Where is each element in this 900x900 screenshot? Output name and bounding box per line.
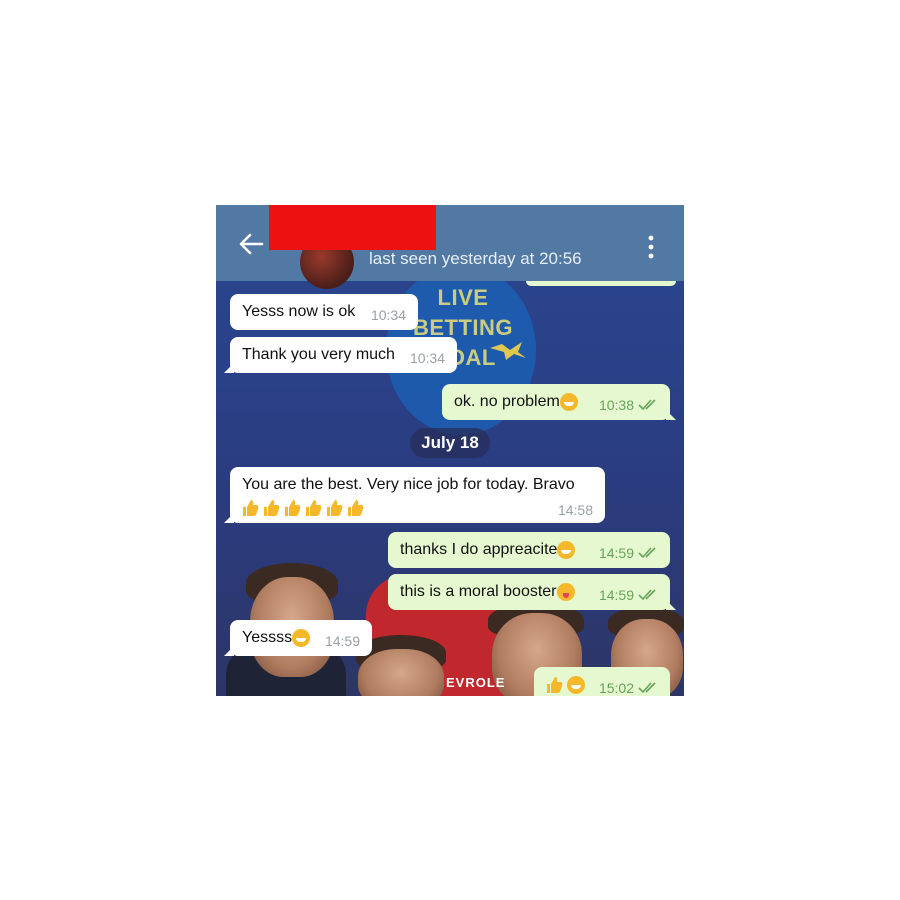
- double-check-icon: [638, 682, 656, 694]
- message-time: 14:59: [324, 633, 360, 649]
- outgoing-message[interactable]: this is a moral booster 14:59: [388, 574, 676, 610]
- message-content: [546, 676, 588, 694]
- more-options-icon[interactable]: [647, 235, 655, 259]
- incoming-message[interactable]: Thank you very much 10:34: [224, 337, 457, 373]
- previous-message-edge: [526, 281, 676, 286]
- message-content: Yessss: [242, 629, 313, 647]
- message-time: 10:34: [370, 307, 406, 323]
- message-time: 15:02: [598, 680, 634, 696]
- wallpaper-sponsor-text: EVROLE: [446, 675, 506, 690]
- message-time: 10:34: [409, 350, 445, 366]
- thumbs-up-icon: [348, 500, 364, 516]
- grinning-face-icon: [292, 629, 311, 647]
- message-text: ok. no problem: [454, 393, 560, 411]
- message-time: 14:58: [557, 502, 593, 518]
- thumbs-up-emoji-row: [242, 499, 368, 519]
- incoming-message[interactable]: Yesss now is ok 10:34: [230, 294, 418, 330]
- chat-header: last seen yesterday at 20:56: [216, 205, 684, 289]
- message-content: thanks I do appreacite: [400, 541, 578, 559]
- message-time: 14:59: [598, 545, 634, 561]
- message-time: 14:59: [598, 587, 634, 603]
- thumbs-up-icon: [547, 677, 563, 693]
- player-figure: [358, 649, 444, 696]
- message-content: this is a moral booster: [400, 583, 578, 601]
- bubble-tail: [224, 363, 234, 373]
- message-text: Yesss now is ok: [242, 303, 356, 320]
- grinning-face-icon: [559, 393, 578, 411]
- outgoing-message[interactable]: 15:02: [534, 667, 670, 696]
- message-text: this is a moral booster: [400, 583, 557, 601]
- last-seen-status: last seen yesterday at 20:56: [369, 249, 582, 268]
- message-text: Thank you very much: [242, 346, 395, 363]
- message-text: thanks I do appreacite: [400, 541, 558, 559]
- thumbs-up-icon: [327, 500, 343, 516]
- bubble-tail: [224, 646, 234, 656]
- incoming-message[interactable]: Yessss 14:59: [224, 620, 372, 656]
- bubble-tail: [224, 513, 234, 523]
- date-separator: July 18: [410, 428, 490, 458]
- grinning-face-icon: [567, 676, 585, 694]
- message-text: Yessss: [242, 629, 293, 647]
- thumbs-up-icon: [285, 500, 301, 516]
- double-check-icon: [638, 399, 656, 411]
- thumbs-up-icon: [306, 500, 322, 516]
- outgoing-message[interactable]: thanks I do appreacite 14:59: [388, 532, 670, 568]
- grinning-face-icon: [557, 541, 576, 559]
- message-time: 10:38: [598, 397, 634, 413]
- outgoing-message[interactable]: ok. no problem 10:38: [442, 384, 676, 420]
- bubble-tail: [666, 410, 676, 420]
- back-arrow-icon[interactable]: [238, 233, 264, 255]
- double-check-icon: [638, 547, 656, 559]
- message-content: ok. no problem: [454, 393, 581, 411]
- redacted-contact-name: [269, 205, 436, 250]
- tongue-face-icon: [556, 583, 575, 601]
- thumbs-up-icon: [243, 500, 259, 516]
- chat-screen: LIVE BETTING GOAL EVROLE last seen yeste…: [216, 205, 684, 696]
- bubble-tail: [666, 600, 676, 610]
- message-text: You are the best. Very nice job for toda…: [242, 476, 575, 493]
- player-silhouette-icon: [490, 342, 526, 360]
- double-check-icon: [638, 589, 656, 601]
- incoming-message[interactable]: You are the best. Very nice job for toda…: [224, 467, 605, 523]
- thumbs-up-icon: [264, 500, 280, 516]
